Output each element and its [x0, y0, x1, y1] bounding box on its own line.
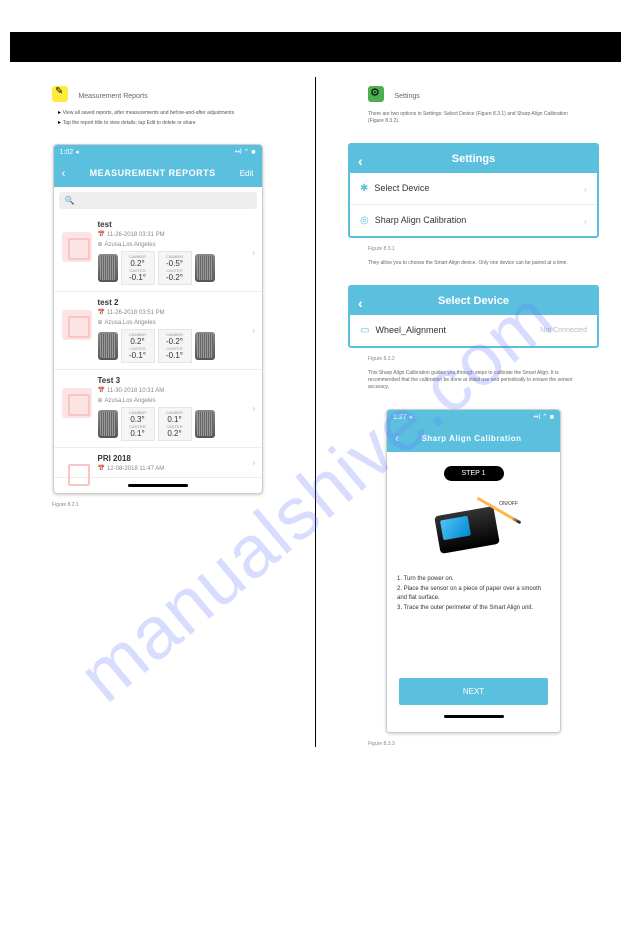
report-row[interactable]: test 2 📅11-26-2018 03:51 PM ⊕Azusa,Los A…: [54, 292, 262, 370]
target-icon: ◎: [360, 215, 369, 226]
edit-button[interactable]: Edit: [240, 169, 254, 178]
report-row[interactable]: PRI 2018 📅12-08-2018 11:47 AM ›: [54, 448, 262, 478]
figure-caption: Figure 8.3.2: [368, 356, 619, 362]
status-time: 1:02 ◂: [60, 148, 79, 156]
calibration-header: Sharp Align Calibration: [399, 434, 544, 443]
settings-screenshot: ‹ Settings ✱Select Device › ◎Sharp Align…: [348, 143, 599, 238]
device-row[interactable]: ▭Wheel_Alignment Not Connected: [350, 315, 597, 346]
device-icon: ▭: [360, 325, 369, 336]
select-device-screenshot: ‹ Select Device ▭Wheel_Alignment Not Con…: [348, 285, 599, 348]
onoff-label: ON/OFF: [499, 501, 518, 507]
report-title: test 2: [98, 298, 254, 307]
instruction-line: 1. Turn the power on.: [397, 575, 550, 585]
chevron-right-icon: ›: [252, 457, 255, 468]
calendar-icon: 📅: [98, 232, 105, 238]
tire-icon: [98, 332, 118, 360]
report-thumbnail: [62, 388, 92, 418]
select-device-header: Select Device: [438, 295, 509, 307]
next-button[interactable]: NEXT: [399, 678, 548, 705]
report-row[interactable]: test 📅11-26-2018 03:31 PM ⊕Azusa,Los Ang…: [54, 214, 262, 292]
calendar-icon: 📅: [98, 466, 105, 472]
calibration-illustration: ON/OFF: [431, 499, 516, 559]
bluetooth-icon: ✱: [360, 183, 368, 194]
status-time: 1:27 ◂: [393, 413, 412, 421]
description-text: This Sharp Align Calibration guides you …: [368, 370, 579, 391]
tire-icon: [195, 332, 215, 360]
search-input[interactable]: 🔍: [59, 192, 257, 209]
page-header-bar: [10, 32, 621, 62]
tire-icon: [98, 410, 118, 438]
chevron-right-icon: ›: [252, 403, 255, 414]
back-icon[interactable]: ‹: [358, 153, 363, 169]
settings-app-icon: [368, 86, 384, 102]
report-title: test: [98, 220, 254, 229]
reports-app-icon: [52, 86, 68, 102]
figure-caption: Figure 8.2.1: [52, 502, 303, 508]
location-icon: ⊕: [98, 242, 103, 248]
settings-header: Settings: [452, 153, 495, 165]
calibration-screenshot: 1:27 ◂ ••l ⌃ ■ ‹ Sharp Align Calibration…: [386, 409, 561, 733]
figure-caption: Figure 8.3.1: [368, 246, 619, 252]
home-indicator: [128, 484, 188, 487]
report-title: PRI 2018: [98, 454, 254, 463]
report-thumbnail: [62, 232, 92, 262]
nav-title: MEASUREMENT REPORTS: [66, 168, 240, 178]
tire-icon: [195, 254, 215, 282]
location-icon: ⊕: [98, 398, 103, 404]
instruction-line: 3. Trace the outer perimeter of the Smar…: [397, 604, 550, 614]
report-row[interactable]: Test 3 📅11-30-2018 10:31 AM ⊕Azusa,Los A…: [54, 370, 262, 448]
tire-icon: [98, 254, 118, 282]
phone-reports-screenshot: 1:02 ◂ ••l ⌃ ■ ‹ MEASUREMENT REPORTS Edi…: [53, 144, 263, 494]
description-text: There are two options in Settings: Selec…: [368, 111, 579, 125]
home-indicator: [444, 715, 504, 718]
chevron-right-icon: ›: [584, 216, 587, 226]
report-thumbnail: [62, 310, 92, 340]
tire-icon: [195, 410, 215, 438]
chevron-right-icon: ›: [252, 247, 255, 258]
figure-caption: Figure 8.3.3: [368, 741, 619, 747]
status-icons: ••l ⌃ ■: [235, 148, 255, 156]
report-title: Test 3: [98, 376, 254, 385]
step-indicator: STEP 1: [444, 466, 504, 481]
calendar-icon: 📅: [98, 310, 105, 316]
back-icon[interactable]: ‹: [358, 295, 363, 311]
connection-status: Not Connected: [540, 327, 587, 334]
section-title: Measurement Reports: [78, 93, 147, 100]
chevron-right-icon: ›: [252, 325, 255, 336]
bullet-item: View all saved reports, after measuremen…: [58, 109, 303, 116]
location-icon: ⊕: [98, 320, 103, 326]
status-icons: ••l ⌃ ■: [534, 413, 554, 421]
report-thumbnail: [62, 458, 92, 474]
instruction-line: 2. Place the sensor on a piece of paper …: [397, 585, 550, 604]
bullet-item: Tap the report title to view details; ta…: [58, 119, 303, 126]
section-title: Settings: [394, 93, 419, 100]
settings-item-select-device[interactable]: ✱Select Device ›: [350, 173, 597, 205]
calendar-icon: 📅: [98, 388, 105, 394]
settings-item-calibration[interactable]: ◎Sharp Align Calibration ›: [350, 205, 597, 236]
chevron-right-icon: ›: [584, 184, 587, 194]
description-text: They allow you to choose the Smart Align…: [368, 260, 579, 267]
